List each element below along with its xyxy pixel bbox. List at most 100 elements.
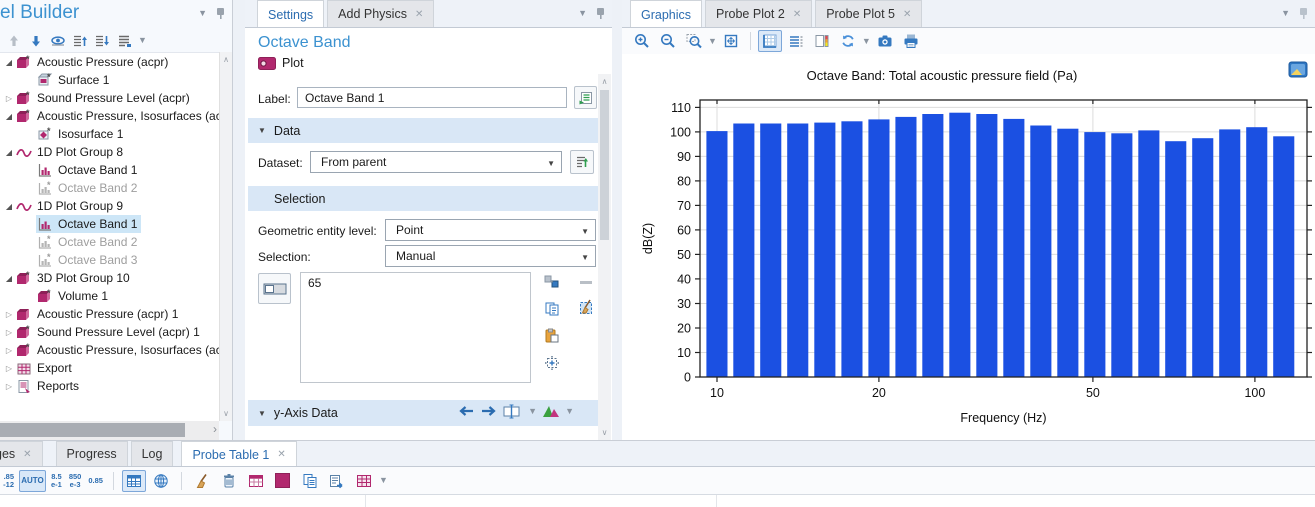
section-y-axis-data[interactable]: ▼ y-Axis Data ▼ ▼ — [248, 400, 598, 426]
tree-item[interactable]: ▷Acoustic Pressure (acpr) 1 — [0, 305, 219, 323]
expanded-expander-icon[interactable]: ◢ — [3, 148, 15, 157]
panel-menu-icon[interactable]: ▼ — [198, 9, 207, 18]
refresh-plot-button[interactable] — [836, 30, 860, 52]
zoom-in-button[interactable] — [630, 30, 654, 52]
tree-item[interactable]: *Octave Band 2 — [0, 179, 219, 197]
tree-item[interactable]: *Volume 1 — [0, 287, 219, 305]
pin-icon[interactable] — [215, 7, 226, 20]
print-button[interactable] — [899, 30, 923, 52]
tree-item[interactable]: ▷*Sound Pressure Level (acpr) 1 — [0, 323, 219, 341]
full-precision-view-button[interactable] — [149, 470, 173, 492]
tree-item[interactable]: ◢1D Plot Group 8 — [0, 143, 219, 161]
create-dataset-button[interactable] — [570, 150, 594, 174]
close-icon[interactable]: ✕ — [903, 9, 911, 20]
table-view-button[interactable] — [122, 470, 146, 492]
tab-graphics[interactable]: Graphics — [630, 0, 702, 28]
plot-preview-icon[interactable] — [542, 404, 560, 419]
show-icon[interactable] — [50, 33, 66, 49]
tree-item[interactable]: ▷*Sound Pressure Level (acpr) — [0, 89, 219, 107]
chevron-down-icon[interactable]: ▼ — [565, 407, 574, 416]
chevron-down-icon[interactable]: ▼ — [708, 37, 717, 46]
tree-item[interactable]: *Octave Band 3 — [0, 251, 219, 269]
tab-probe-table-1[interactable]: Probe Table 1✕ — [181, 441, 296, 467]
close-icon[interactable]: ✕ — [277, 449, 285, 460]
tree-item[interactable]: *Isosurface 1 — [0, 125, 219, 143]
move-down-icon[interactable] — [28, 33, 44, 49]
selection-select[interactable]: Manual▼ — [385, 245, 596, 267]
pin-icon[interactable] — [1298, 7, 1309, 20]
zoom-box-button[interactable] — [682, 30, 706, 52]
collapse-triangle-icon[interactable]: ▼ — [258, 126, 266, 135]
export-table-button[interactable] — [325, 470, 349, 492]
tab-add-physics[interactable]: Add Physics✕ — [327, 0, 434, 27]
selection-list[interactable]: 65 — [300, 272, 531, 383]
chevron-down-icon[interactable]: ▼ — [862, 37, 871, 46]
tree-vertical-scrollbar[interactable]: ∧∨ — [219, 52, 232, 421]
collapsed-expander-icon[interactable]: ▷ — [3, 364, 15, 373]
full-precision-button[interactable]: .85-12 — [1, 470, 16, 492]
expanded-expander-icon[interactable]: ◢ — [3, 202, 15, 211]
close-icon[interactable]: ✕ — [415, 9, 423, 20]
pin-icon[interactable] — [595, 7, 606, 20]
toolbar-dropdown-icon[interactable]: ▼ — [138, 36, 147, 45]
probe-table-content[interactable] — [0, 495, 1315, 507]
tab-settings[interactable]: Settings — [257, 0, 324, 28]
zoom-extents-button[interactable] — [719, 30, 743, 52]
expression-field-icon[interactable] — [503, 403, 523, 419]
tab-probe-plot-2[interactable]: Probe Plot 2✕ — [705, 0, 812, 27]
tree-item[interactable]: Octave Band 1 — [0, 215, 219, 233]
next-section-icon[interactable] — [480, 404, 498, 418]
settings-vertical-scrollbar[interactable]: ∧∨ — [598, 74, 611, 440]
automatic-notation-button[interactable]: AUTO — [19, 470, 46, 492]
tree-item[interactable]: ▷Export — [0, 359, 219, 377]
label-input[interactable]: Octave Band 1 — [297, 87, 567, 108]
collapsed-expander-icon[interactable]: ▷ — [3, 328, 15, 337]
expanded-expander-icon[interactable]: ◢ — [3, 58, 15, 67]
tree-item[interactable]: Octave Band 1 — [0, 161, 219, 179]
chevron-down-icon[interactable]: ▼ — [379, 476, 388, 485]
zoom-out-button[interactable] — [656, 30, 680, 52]
clear-selection-icon[interactable] — [578, 299, 594, 315]
tree-item[interactable]: ▷*Acoustic Pressure, Isosurfaces (acp — [0, 341, 219, 359]
tree-horizontal-scrollbar[interactable]: › — [0, 421, 219, 440]
show-legends-button[interactable] — [784, 30, 808, 52]
tree-item[interactable]: *Octave Band 2 — [0, 233, 219, 251]
copy-table-button[interactable] — [298, 470, 322, 492]
engineering-notation-button[interactable]: 850e-3 — [67, 470, 84, 492]
collapsed-expander-icon[interactable]: ▷ — [3, 346, 15, 355]
collapsed-expander-icon[interactable]: ▷ — [3, 310, 15, 319]
tree-item[interactable]: ◢1D Plot Group 9 — [0, 197, 219, 215]
section-selection[interactable]: Selection — [248, 186, 598, 211]
panel-menu-icon[interactable]: ▼ — [578, 9, 587, 18]
color-swatch-button[interactable] — [271, 470, 295, 492]
paste-selection-icon[interactable] — [544, 328, 560, 344]
plot-canvas[interactable]: 1020501000102030405060708090100110Octave… — [622, 54, 1315, 440]
tab-probe-plot-5[interactable]: Probe Plot 5✕ — [815, 0, 922, 27]
decimal-notation-button[interactable]: 0.85 — [86, 470, 105, 492]
add-table-button[interactable] — [352, 470, 376, 492]
tab-messages[interactable]: ges✕ — [0, 441, 43, 466]
scientific-notation-button[interactable]: 8.5e-1 — [49, 470, 64, 492]
expand-all-icon[interactable] — [94, 33, 110, 49]
tree-item[interactable]: *Surface 1 — [0, 71, 219, 89]
expanded-expander-icon[interactable]: ◢ — [3, 274, 15, 283]
tree-item[interactable]: ▷Reports — [0, 377, 219, 395]
show-grid-button[interactable] — [758, 30, 782, 52]
geometric-entity-select[interactable]: Point▼ — [385, 219, 596, 241]
scrollbar-thumb[interactable] — [600, 90, 609, 240]
tree-item[interactable]: ◢*Acoustic Pressure (acpr) — [0, 53, 219, 71]
create-selection-icon[interactable] — [544, 274, 560, 290]
tree-item[interactable]: ◢*3D Plot Group 10 — [0, 269, 219, 287]
show-color-legend-button[interactable] — [810, 30, 834, 52]
clear-table-button[interactable] — [190, 470, 214, 492]
model-tree-node-text-icon[interactable] — [116, 33, 132, 49]
panel-menu-icon[interactable]: ▼ — [1281, 9, 1290, 18]
update-table-button[interactable] — [244, 470, 268, 492]
image-snapshot-button[interactable] — [873, 30, 897, 52]
active-toggle-button[interactable] — [258, 273, 291, 304]
close-icon[interactable]: ✕ — [23, 449, 31, 460]
previous-section-icon[interactable] — [457, 404, 475, 418]
rename-button[interactable] — [574, 86, 597, 109]
delete-table-button[interactable] — [217, 470, 241, 492]
move-up-icon[interactable] — [6, 33, 22, 49]
